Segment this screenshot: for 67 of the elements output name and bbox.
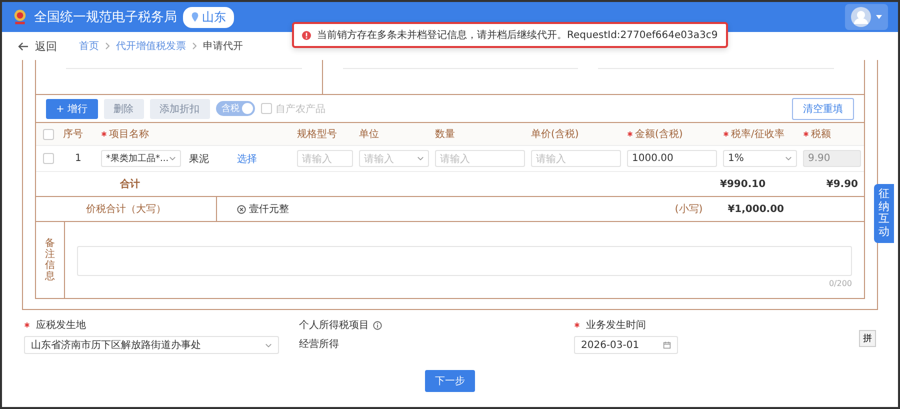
error-message: 当前销方存在多条未并档登记信息，请并档后继续代开。RequestId:2770ef664e03a3c9 <box>317 28 718 42</box>
field-label: 业务发生时间 <box>586 318 646 332</box>
chevron-icon <box>785 156 792 161</box>
breadcrumb-link[interactable]: 首页 <box>79 39 99 53</box>
chevron-right-icon <box>192 42 197 50</box>
select-field[interactable]: 1% <box>723 150 797 167</box>
input-field[interactable]: 1000.00 <box>627 150 717 167</box>
clear-button[interactable]: 清空重填 <box>792 98 854 120</box>
small-amount-label: (小写) <box>674 202 703 216</box>
grand-total-amount: ¥1,000.00 <box>728 204 784 214</box>
caret-icon <box>876 15 882 19</box>
select-all-checkbox[interactable] <box>42 128 54 140</box>
chevron-icon <box>265 342 272 348</box>
required-icon <box>723 131 729 137</box>
checkbox[interactable] <box>260 103 272 114</box>
chevron-icon <box>417 156 424 161</box>
column-header: 单位 <box>359 128 379 141</box>
column-header: 序号 <box>63 128 83 141</box>
field-value: 经营所得 <box>299 338 340 352</box>
date-field[interactable]: 2026-03-01 <box>574 336 678 354</box>
side-tab[interactable]: 征纳互动 <box>874 184 894 243</box>
required-icon <box>101 131 107 137</box>
grand-total-label: 价税合计（大写） <box>86 202 166 216</box>
info-icon <box>373 320 382 330</box>
avatar-icon <box>851 7 871 27</box>
chevron-icon <box>169 156 176 161</box>
item-select[interactable]: *果类加工品*... <box>101 150 181 167</box>
location-pin-icon <box>191 12 199 22</box>
error-icon <box>302 30 311 40</box>
next-button[interactable]: 下一步 <box>425 370 475 392</box>
circle-x-icon <box>237 204 246 214</box>
emblem-icon <box>12 8 28 26</box>
field-label: 应税发生地 <box>36 318 86 332</box>
toggle-switch[interactable]: 含税 <box>216 101 255 116</box>
back-button[interactable]: 返回 <box>12 38 63 54</box>
column-header: 税率/征收率 <box>723 127 784 141</box>
pinyin-button[interactable]: 拼 <box>859 330 876 347</box>
total-tax: ¥9.90 <box>825 178 859 190</box>
required-icon <box>803 131 809 137</box>
amount-in-words: 壹仟元整 <box>249 202 289 216</box>
column-header: 规格型号 <box>297 128 337 141</box>
region-button[interactable]: 山东 <box>183 6 234 28</box>
required-icon <box>24 322 30 328</box>
select-link[interactable]: 选择 <box>237 152 257 166</box>
back-arrow-icon <box>18 42 29 50</box>
breadcrumb-link[interactable]: 代开增值税发票 <box>116 39 186 53</box>
breadcrumb-link[interactable]: 申请代开 <box>203 39 243 53</box>
column-header: 单价(含税) <box>531 128 579 141</box>
location-select[interactable]: 山东省济南市历下区解放路街道办事处 <box>24 336 279 354</box>
site-title: 全国统一规范电子税务局 <box>34 9 177 26</box>
row-checkbox[interactable] <box>42 153 54 164</box>
column-header: 数量 <box>435 128 455 141</box>
remarks-label: 备注信息 <box>45 238 55 282</box>
total-amount: ¥990.10 <box>720 178 767 190</box>
column-header: 金额(含税) <box>627 127 683 141</box>
total-label: 合计 <box>119 178 141 191</box>
character-counter: 0/200 <box>828 279 852 288</box>
chevron-right-icon <box>105 42 110 50</box>
required-icon <box>574 322 580 328</box>
required-icon <box>627 131 633 137</box>
user-menu-button[interactable] <box>845 4 888 30</box>
toolbar-button[interactable]: + 增行 <box>46 98 98 118</box>
calendar-icon <box>663 341 671 349</box>
column-header: 项目名称 <box>101 127 149 141</box>
field-label: 个人所得税项目 <box>299 318 369 332</box>
column-header: 税额 <box>803 127 831 141</box>
table-cell-text: 1 <box>74 153 82 164</box>
